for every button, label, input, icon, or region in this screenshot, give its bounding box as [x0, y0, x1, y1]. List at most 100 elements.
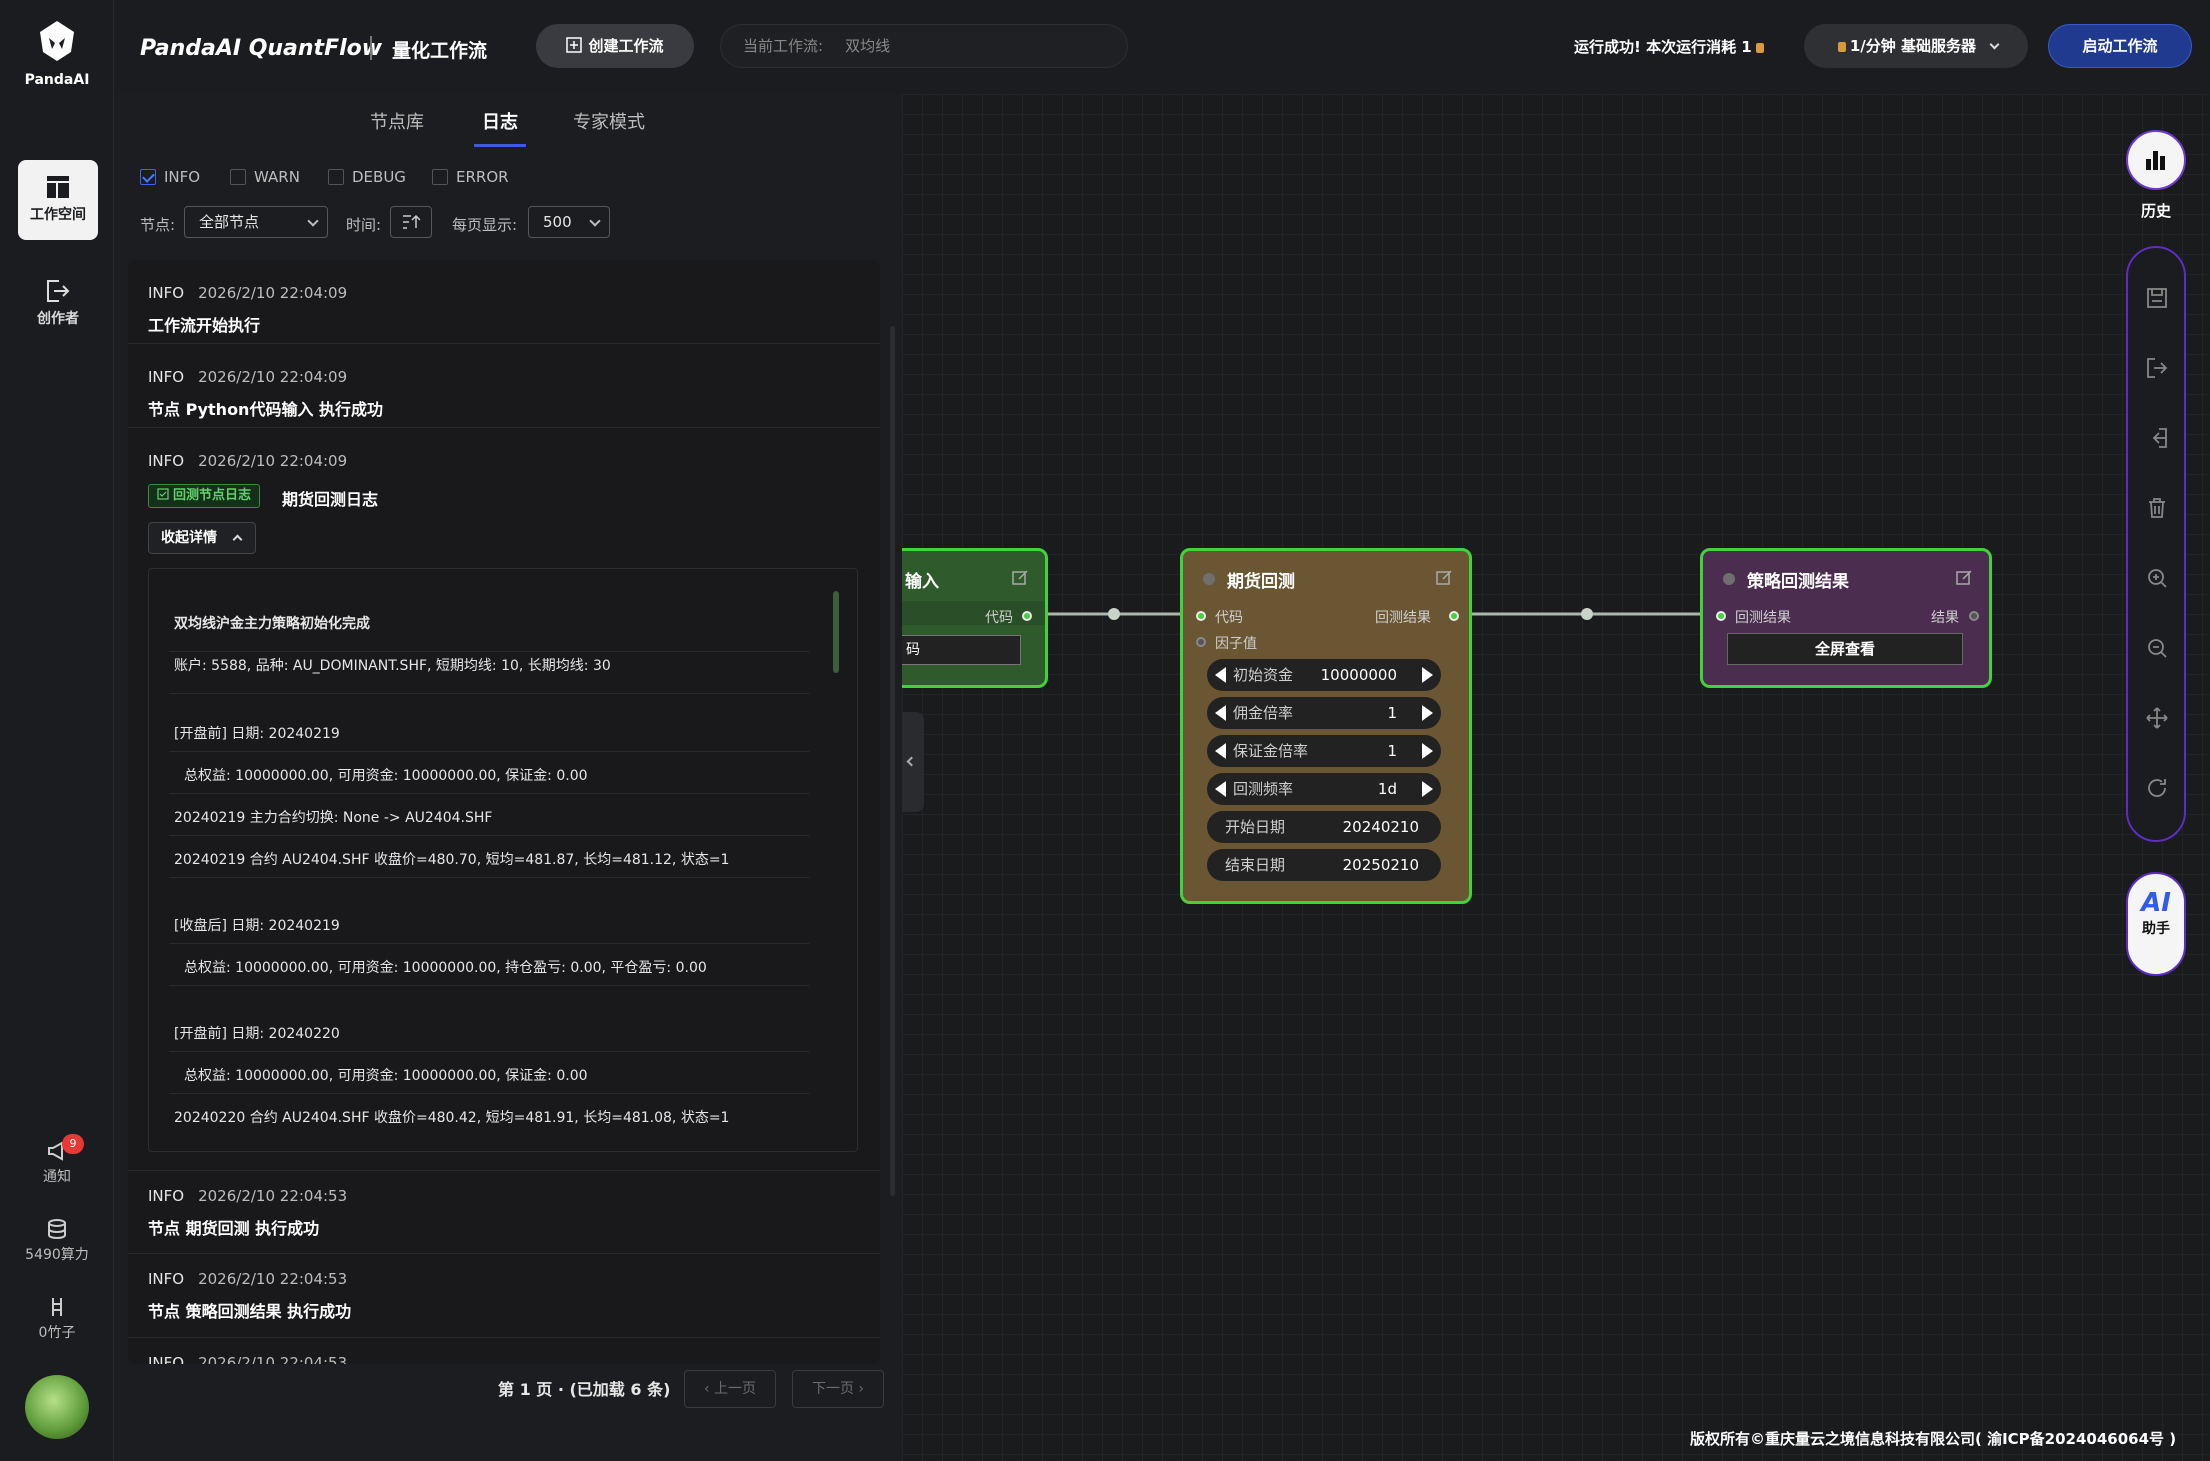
- log-entry: INFO 2026/2/10 22:04:09 工作流开始执行: [128, 260, 880, 344]
- node-result-title: 策略回测结果: [1747, 572, 1849, 592]
- node-code-input[interactable]: 输入 代码 码: [880, 548, 1048, 688]
- run-status: 运行成功! 本次运行消耗 1: [1574, 36, 1768, 57]
- tab-expert-mode[interactable]: 专家模式: [573, 108, 645, 134]
- increment-arrow-icon[interactable]: [1422, 667, 1433, 683]
- divider: [169, 835, 809, 836]
- detail-line: [收盘后] 日期: 20240219: [174, 918, 340, 934]
- port-factor-in[interactable]: [1196, 637, 1206, 647]
- logo[interactable]: PandaAI: [0, 18, 114, 88]
- decrement-arrow-icon[interactable]: [1215, 705, 1226, 721]
- log-entry: INFO 2026/2/10 22:04:09 节点 Python代码输入 执行成…: [128, 344, 880, 428]
- detail-scrollbar[interactable]: [833, 591, 839, 673]
- param-value: 1: [1387, 704, 1397, 722]
- copyright-footer: 版权所有©重庆量云之境信息科技有限公司( 渝ICP备2024046064号 ): [1690, 1430, 2177, 1448]
- increment-arrow-icon[interactable]: [1422, 781, 1433, 797]
- app-root: PandaAI 工作空间 创作者 9 通知 5490算力 0竹子 PandaAI…: [0, 0, 2210, 1461]
- fullscreen-view-button[interactable]: 全屏查看: [1727, 633, 1963, 665]
- prev-page-button[interactable]: ‹ 上一页: [684, 1370, 776, 1408]
- param-commission-rate[interactable]: 佣金倍率 1: [1207, 697, 1441, 729]
- node-futures-backtest[interactable]: 期货回测 代码 因子值 回测结果 初始资金 10000000 佣金倍率 1 保证金倍…: [1180, 548, 1472, 904]
- save-icon[interactable]: [2145, 286, 2169, 310]
- decrement-arrow-icon[interactable]: [1215, 781, 1226, 797]
- nav-creator[interactable]: 创作者: [18, 264, 98, 344]
- param-end-date[interactable]: 结束日期 20250210: [1207, 849, 1441, 881]
- port-code-out[interactable]: [1022, 611, 1032, 621]
- collapse-details-button[interactable]: 收起详情: [148, 522, 256, 554]
- tab-logs[interactable]: 日志: [482, 108, 518, 134]
- increment-arrow-icon[interactable]: [1422, 743, 1433, 759]
- filter-debug[interactable]: DEBUG: [328, 168, 406, 186]
- create-workflow-button[interactable]: 创建工作流: [536, 24, 694, 68]
- nav-power[interactable]: 5490算力: [0, 1218, 114, 1264]
- trash-icon[interactable]: [2145, 496, 2169, 520]
- edit-icon[interactable]: [1435, 569, 1453, 587]
- checkbox-checked-icon[interactable]: [140, 169, 156, 185]
- node-filter-select[interactable]: 全部节点: [184, 206, 328, 238]
- current-workflow-label: 当前工作流:: [743, 37, 824, 55]
- param-frequency[interactable]: 回测频率 1d: [1207, 773, 1441, 805]
- param-margin-rate[interactable]: 保证金倍率 1: [1207, 735, 1441, 767]
- port-result-out[interactable]: [1449, 611, 1459, 621]
- port-code-in[interactable]: [1196, 611, 1206, 621]
- start-workflow-button[interactable]: 启动工作流: [2048, 24, 2192, 68]
- export-icon[interactable]: [2145, 356, 2169, 380]
- coin-icon: [1837, 42, 1846, 52]
- nav-notify[interactable]: 9 通知: [0, 1134, 114, 1186]
- panel-scrollbar[interactable]: [890, 326, 895, 1196]
- server-select[interactable]: 1/分钟 基础服务器: [1804, 24, 2028, 68]
- detail-line: 20240219 主力合约切换: None -> AU2404.SHF: [174, 810, 493, 826]
- zoom-out-icon[interactable]: [2145, 636, 2169, 660]
- node-strategy-result[interactable]: 策略回测结果 回测结果 结果 全屏查看: [1700, 548, 1992, 688]
- param-initial-capital[interactable]: 初始资金 10000000: [1207, 659, 1441, 691]
- avatar[interactable]: [25, 1375, 89, 1439]
- history-button[interactable]: [2126, 130, 2186, 190]
- history-label: 历史: [2140, 202, 2171, 220]
- param-label: 开始日期: [1225, 818, 1286, 836]
- workflow-canvas[interactable]: [902, 94, 2210, 1461]
- code-field[interactable]: 码: [883, 635, 1021, 665]
- checkbox-icon[interactable]: [328, 169, 344, 185]
- log-meta: INFO 2026/2/10 22:04:09: [148, 368, 347, 386]
- canvas-toolbar: [2126, 246, 2186, 842]
- port-label-code-out: 代码: [985, 610, 1013, 626]
- time-sort-button[interactable]: [390, 206, 432, 238]
- node-code-input-title: 输入: [905, 572, 939, 592]
- log-detail-box[interactable]: 双均线沪金主力策略初始化完成 账户: 5588, 品种: AU_DOMINANT…: [148, 568, 858, 1152]
- nav-bamboo[interactable]: 0竹子: [0, 1296, 114, 1342]
- increment-arrow-icon[interactable]: [1422, 705, 1433, 721]
- chevron-down-icon: [589, 215, 601, 227]
- param-value: 1: [1387, 742, 1397, 760]
- next-page-button[interactable]: 下一页 ›: [792, 1370, 884, 1408]
- import-icon[interactable]: [2145, 426, 2169, 450]
- divider: [169, 651, 809, 652]
- checkbox-icon[interactable]: [230, 169, 246, 185]
- decrement-arrow-icon[interactable]: [1215, 667, 1226, 683]
- time-label: 时间:: [346, 216, 382, 234]
- param-start-date[interactable]: 开始日期 20240210: [1207, 811, 1441, 843]
- ai-assistant-button[interactable]: AI 助手: [2126, 872, 2186, 976]
- collapse-panel-handle[interactable]: [902, 712, 924, 812]
- divider: [169, 985, 809, 986]
- decrement-arrow-icon[interactable]: [1215, 743, 1226, 759]
- param-label: 回测频率: [1233, 780, 1294, 798]
- zoom-in-icon[interactable]: [2145, 566, 2169, 590]
- edit-icon[interactable]: [1011, 569, 1029, 587]
- filter-warn[interactable]: WARN: [230, 168, 300, 186]
- checkbox-icon[interactable]: [432, 169, 448, 185]
- port-final-out[interactable]: [1969, 611, 1979, 621]
- move-icon[interactable]: [2145, 706, 2169, 730]
- edit-icon[interactable]: [1955, 569, 1973, 587]
- refresh-icon[interactable]: [2145, 776, 2169, 800]
- bamboo-label: 0竹子: [38, 1325, 76, 1341]
- log-time: 2026/2/10 22:04:53: [198, 1187, 348, 1205]
- filter-error[interactable]: ERROR: [432, 168, 509, 186]
- current-workflow-field[interactable]: 当前工作流: 双均线: [720, 24, 1128, 68]
- notify-badge: 9: [62, 1134, 84, 1154]
- coin-icon: [1755, 43, 1764, 53]
- filter-info[interactable]: INFO: [140, 168, 200, 186]
- pager-text: 第 1 页 · (已加载 6 条): [498, 1380, 671, 1399]
- page-size-select[interactable]: 500: [528, 206, 610, 238]
- port-result-in[interactable]: [1716, 611, 1726, 621]
- tab-node-library[interactable]: 节点库: [370, 108, 424, 134]
- nav-workspace[interactable]: 工作空间: [18, 160, 98, 240]
